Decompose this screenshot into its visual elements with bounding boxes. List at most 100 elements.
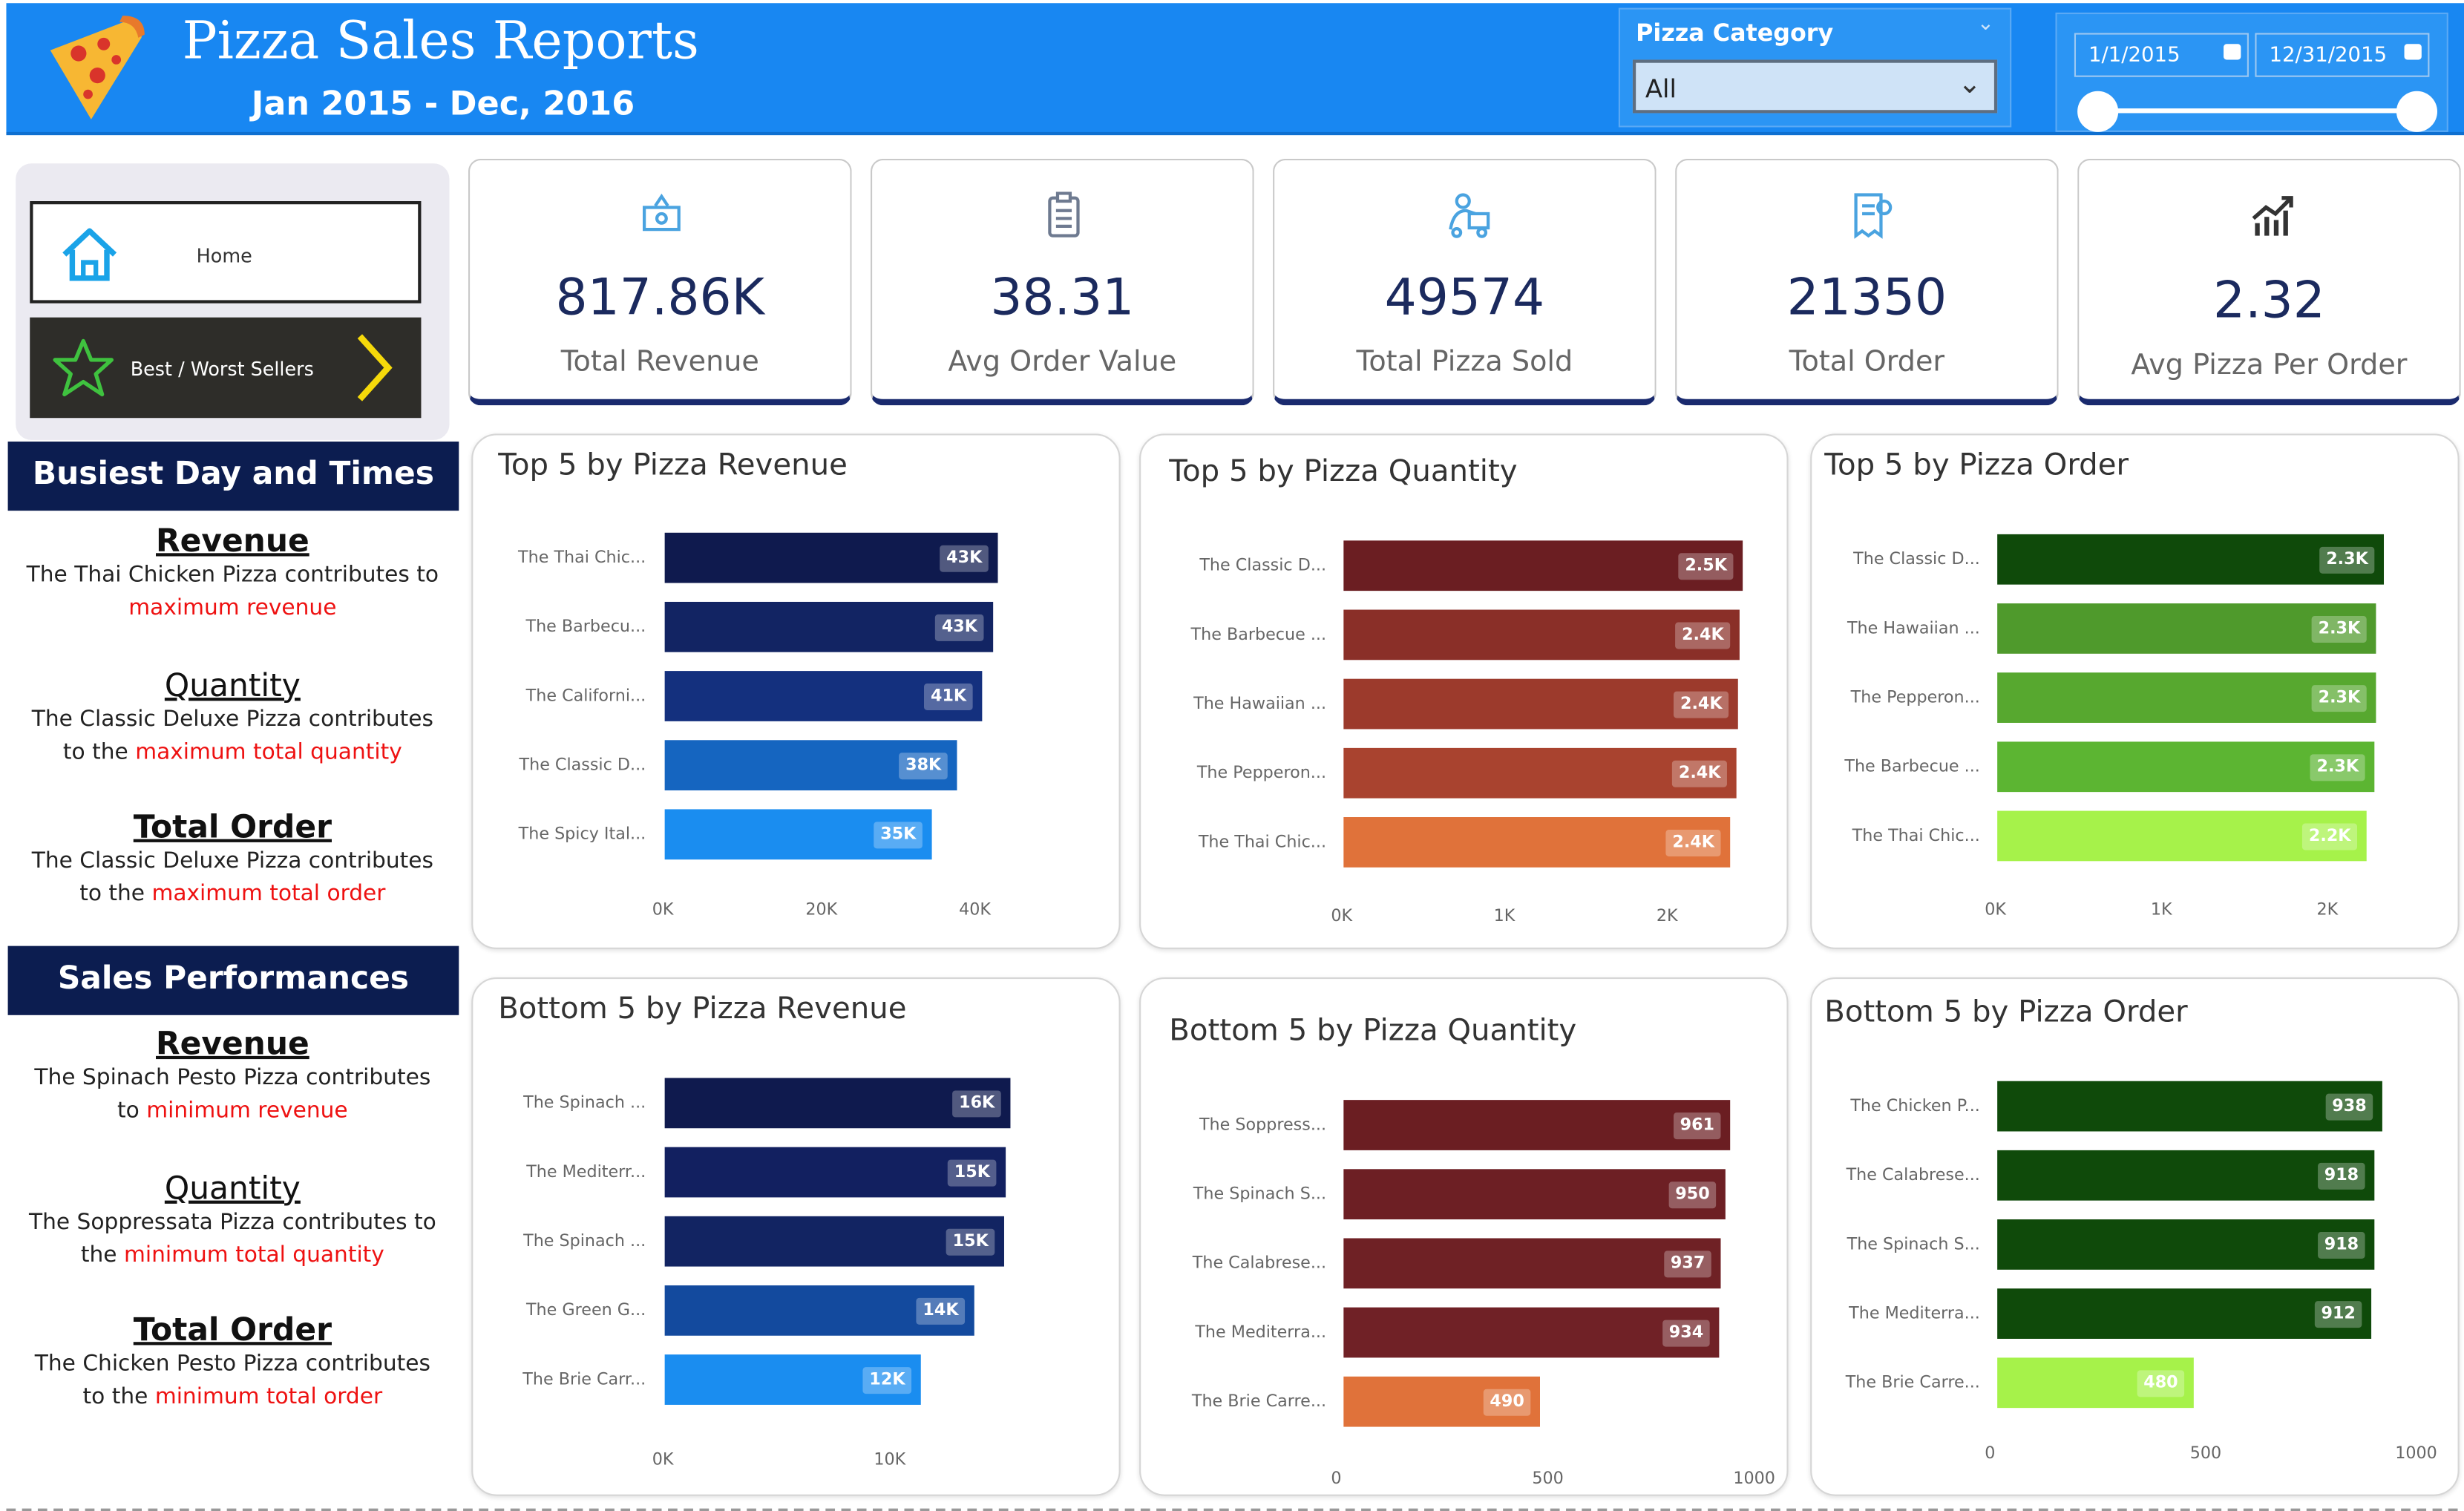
kpi-value: 49574 [1384,266,1545,327]
kpi-value: 21350 [1786,266,1947,327]
insight-title: Quantity [164,1169,301,1207]
bar-data-label: 918 [2318,1162,2365,1190]
best-worst-sellers-button[interactable]: Best / Worst Sellers [30,317,422,419]
chevron-down-icon: ⌄ [1958,68,1982,101]
insight-text: The Spinach Pesto Pizza contributes [34,1065,431,1091]
bar-category-label: The Classic D... [1199,556,1327,575]
bar-category-label: The Pepperon... [1196,764,1327,783]
x-axis-tick: 1K [2150,900,2172,920]
bar[interactable]: 12K [664,1354,921,1405]
bar[interactable]: 961 [1343,1100,1731,1150]
kpi-value: 38.31 [990,266,1135,327]
x-axis-tick: 1000 [1733,1469,1775,1489]
insight-text-prefix: to the [79,881,152,907]
chart-card-top-order: Top 5 by Pizza Order The Classic D... 2.3K… [1810,433,2460,949]
bar-data-label: 2.3K [2319,546,2375,574]
bar-data-label: 2.4K [1672,760,1727,787]
chart-title: Bottom 5 by Pizza Order [1824,994,2188,1029]
bar[interactable]: 38K [664,740,957,791]
sales-section-header: Sales Performances [7,945,459,1015]
bar-data-label: 490 [1483,1389,1531,1416]
bar-data-label: 38K [899,753,948,780]
bar-category-label: The Calabrese... [1846,1166,1980,1185]
kpi-card-avg-order-value: 38.31 Avg Order Value [871,158,1254,406]
insight-order-max: Total Order The Classic Deluxe Pizza con… [6,807,459,911]
bar-category-label: The Classic D... [1853,550,1980,569]
bar[interactable]: 938 [1997,1081,2382,1132]
kpi-value: 2.32 [2213,270,2325,330]
bar[interactable]: 2.4K [1343,747,1737,799]
end-date-field[interactable]: 12/31/2015 [2255,33,2430,77]
bar[interactable]: 912 [1997,1288,2372,1339]
kpi-label: Total Pizza Sold [1356,345,1573,379]
x-axis-tick: 2K [1656,906,1678,926]
bar[interactable]: 2.3K [1997,603,2376,654]
bar[interactable]: 14K [664,1285,974,1336]
kpi-card-avg-pizza-per-order: 2.32 Avg Pizza Per Order [2077,158,2461,406]
insight-highlight: minimum total quantity [123,1242,384,1268]
bar-category-label: The Californi... [525,686,646,706]
bar-category-label: The Soppress... [1199,1115,1327,1135]
bar-data-label: 12K [862,1367,912,1394]
bar-category-label: The Classic D... [519,756,646,775]
insight-revenue-max: Revenue The Thai Chicken Pizza contribut… [6,522,459,626]
bar[interactable]: 43K [664,532,998,583]
x-axis-tick: 2K [2316,900,2339,920]
x-axis-tick: 1000 [2395,1443,2437,1464]
home-button[interactable]: Home [30,201,422,304]
insight-highlight: minimum revenue [146,1098,348,1124]
calendar-icon[interactable] [2224,44,2241,60]
bar[interactable]: 918 [1997,1219,2375,1270]
bar-category-label: The Thai Chic... [1198,833,1327,852]
chevron-right-icon [357,334,393,401]
bar[interactable]: 35K [664,809,932,860]
bar[interactable]: 15K [664,1216,1004,1267]
kpi-value: 817.86K [555,266,765,327]
calendar-icon[interactable] [2404,44,2422,60]
kpi-label: Total Revenue [560,345,759,379]
bar[interactable]: 2.3K [1997,534,2385,585]
bar[interactable]: 937 [1343,1238,1721,1289]
bar[interactable]: 2.4K [1343,609,1740,661]
insight-highlight: maximum total order [151,881,386,907]
date-slider-end-handle[interactable] [2396,91,2438,132]
bar[interactable]: 43K [664,601,994,652]
bar-category-label: The Thai Chic... [518,548,646,568]
bar[interactable]: 2.3K [1997,741,2375,793]
bar-category-label: The Barbecu... [525,617,646,637]
bar-category-label: The Brie Carr... [522,1370,646,1389]
bar[interactable]: 934 [1343,1307,1720,1358]
bar[interactable]: 41K [664,671,983,721]
bar-data-label: 950 [1668,1181,1717,1209]
bar[interactable]: 918 [1997,1150,2375,1201]
bar-data-label: 2.4K [1665,829,1721,856]
pizza-category-dropdown[interactable]: All ⌄ [1632,59,1998,114]
bar[interactable]: 15K [664,1147,1006,1198]
bar[interactable]: 16K [664,1078,1011,1129]
start-date-field[interactable]: 1/1/2015 [2074,33,2249,77]
busiest-insights: Revenue The Thai Chicken Pizza contribut… [6,519,459,946]
bar[interactable]: 490 [1343,1376,1540,1427]
start-date-value: 1/1/2015 [2088,44,2180,68]
insight-title: Revenue [156,1024,309,1063]
dashboard-root: Pizza Sales Reports Jan 2015 - Dec, 2016… [0,0,2464,1511]
insight-highlight: maximum total quantity [135,740,402,766]
date-slider-track[interactable] [2097,108,2419,114]
date-slider-start-handle[interactable] [2077,91,2119,132]
bar-data-label: 43K [940,545,989,572]
bar[interactable]: 2.3K [1997,672,2376,723]
insight-text: The Thai Chicken Pizza contributes to [26,563,439,588]
kpi-label: Total Order [1789,345,1945,379]
bar-data-label: 14K [916,1297,966,1325]
bar[interactable]: 950 [1343,1169,1726,1220]
bar-data-label: 2.5K [1678,553,1734,580]
chevron-down-icon[interactable]: ⌄ [1977,13,1994,36]
bar[interactable]: 2.4K [1343,678,1738,730]
bar[interactable]: 2.4K [1343,817,1731,868]
bar[interactable]: 480 [1997,1357,2194,1409]
bar[interactable]: 2.2K [1997,810,2367,862]
insight-title: Revenue [156,521,309,560]
bar-category-label: The Chicken P... [1850,1096,1980,1116]
bar-data-label: 43K [935,614,984,641]
bar[interactable]: 2.5K [1343,540,1743,591]
